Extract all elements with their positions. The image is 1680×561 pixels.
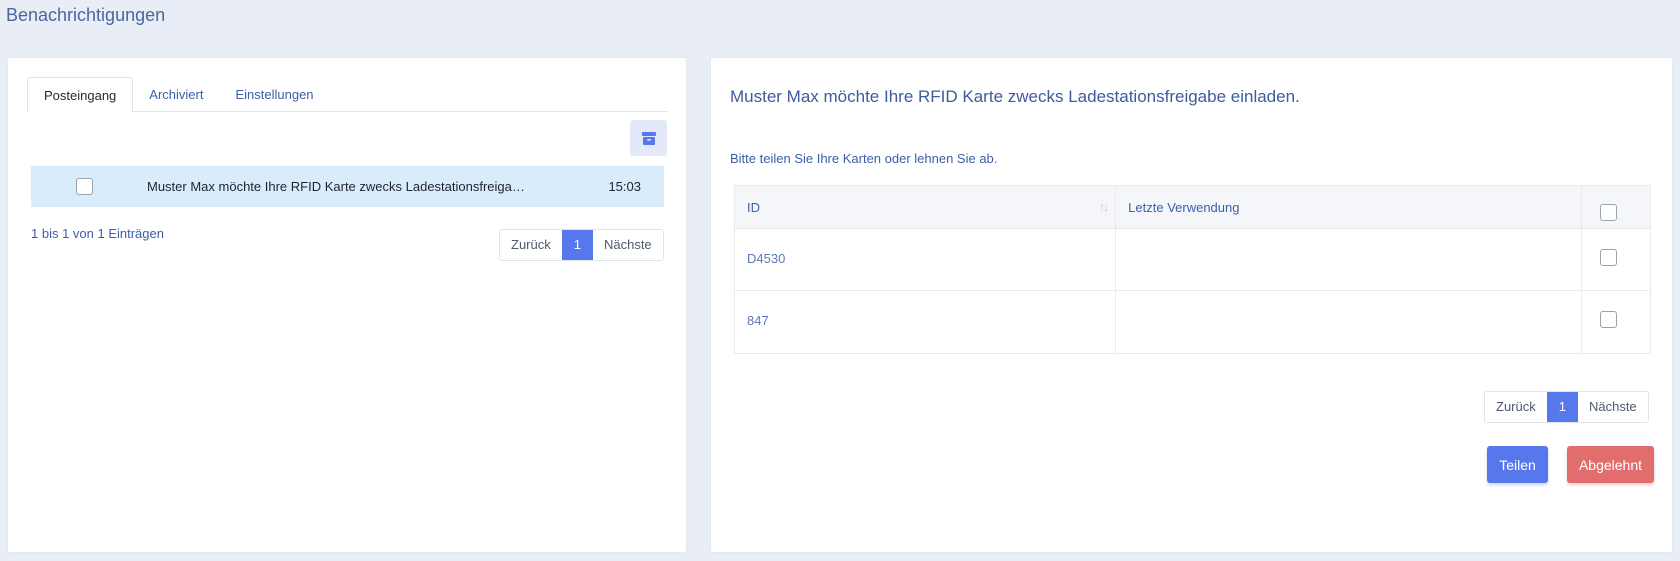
cell-select	[1582, 291, 1650, 353]
cell-last-use	[1116, 229, 1583, 290]
cell-id: D4530	[735, 229, 1117, 290]
card-id: 847	[747, 313, 769, 328]
table-row: 847	[735, 291, 1650, 353]
inbox-panel: Posteingang Archiviert Einstellungen Mus…	[7, 57, 687, 553]
inbox-pagination: Zurück 1 Nächste	[499, 229, 664, 261]
cell-last-use	[1116, 291, 1583, 353]
pagination-prev-button[interactable]: Zurück	[1485, 392, 1547, 422]
page-title: Benachrichtigungen	[6, 5, 166, 25]
tab-einstellungen[interactable]: Einstellungen	[219, 77, 329, 112]
cell-select	[1582, 229, 1650, 290]
pagination-page-1[interactable]: 1	[561, 230, 593, 260]
reject-button[interactable]: Abgelehnt	[1567, 446, 1654, 483]
card-id: D4530	[747, 251, 786, 266]
table-header: ID ↑↓ Letzte Verwendung	[735, 186, 1650, 229]
cell-id: 847	[735, 291, 1117, 353]
message-row[interactable]: Muster Max möchte Ihre RFID Karte zwecks…	[31, 166, 664, 207]
pagination-next-button[interactable]: Nächste	[592, 230, 663, 260]
select-all-checkbox[interactable]	[1600, 204, 1618, 221]
message-subject: Muster Max möchte Ihre RFID Karte zwecks…	[147, 179, 525, 194]
share-button[interactable]: Teilen	[1487, 446, 1548, 483]
tab-posteingang[interactable]: Posteingang	[27, 77, 134, 113]
column-id-label: ID	[747, 200, 760, 215]
table-row: D4530	[735, 229, 1650, 291]
column-last-use-label: Letzte Verwendung	[1128, 200, 1240, 215]
detail-pagination: Zurück 1 Nächste	[1484, 391, 1649, 423]
pagination-prev-button[interactable]: Zurück	[500, 230, 562, 260]
message-detail-panel: Muster Max möchte Ihre RFID Karte zwecks…	[710, 57, 1673, 553]
detail-heading: Muster Max möchte Ihre RFID Karte zwecks…	[730, 87, 1300, 106]
message-time: 15:03	[608, 179, 641, 194]
inbox-tabs: Posteingang Archiviert Einstellungen	[27, 77, 667, 113]
column-header-id[interactable]: ID ↑↓	[735, 186, 1117, 228]
row-checkbox[interactable]	[1600, 311, 1618, 328]
cards-table: ID ↑↓ Letzte Verwendung D4530 847	[734, 185, 1651, 354]
column-header-last-use: Letzte Verwendung	[1116, 186, 1583, 228]
tab-archiviert[interactable]: Archiviert	[133, 77, 219, 112]
pagination-next-button[interactable]: Nächste	[1577, 392, 1648, 422]
sort-icon[interactable]: ↑↓	[1099, 200, 1109, 214]
detail-subtext: Bitte teilen Sie Ihre Karten oder lehnen…	[730, 151, 998, 166]
column-header-select	[1582, 186, 1650, 228]
archive-box-icon	[641, 131, 656, 145]
message-checkbox[interactable]	[76, 178, 93, 195]
archive-button[interactable]	[630, 120, 667, 156]
pagination-page-1[interactable]: 1	[1546, 392, 1578, 422]
row-checkbox[interactable]	[1600, 249, 1618, 266]
entries-info: 1 bis 1 von 1 Einträgen	[31, 226, 164, 241]
